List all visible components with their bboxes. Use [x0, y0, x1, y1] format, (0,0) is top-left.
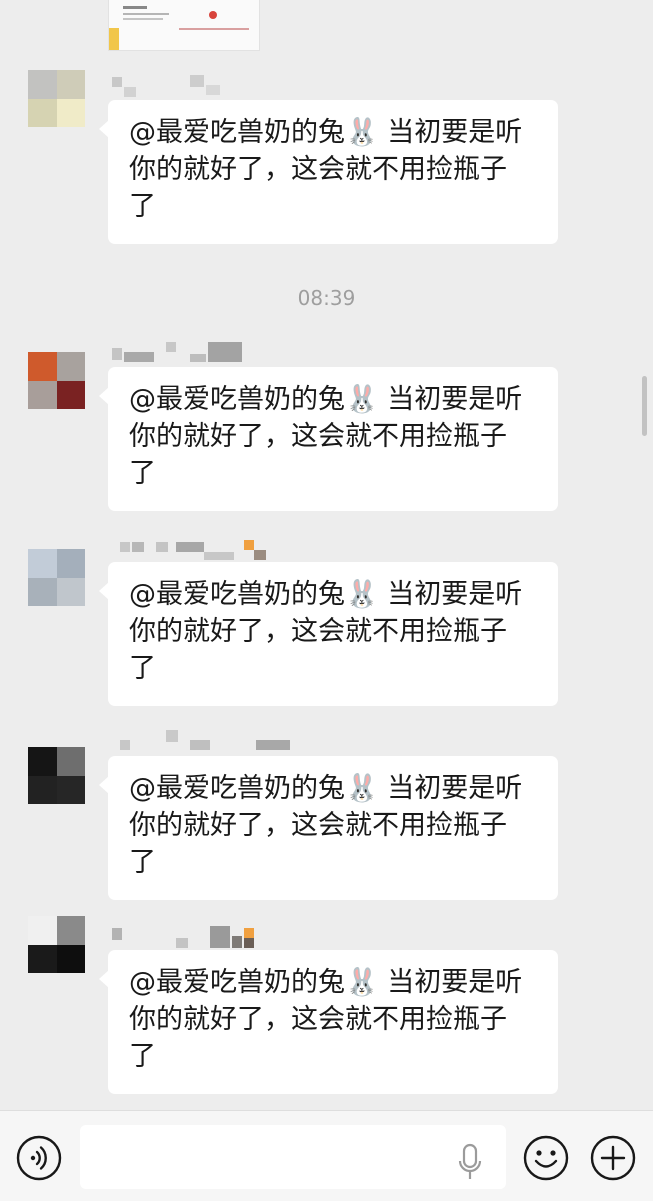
sender-name-redacted — [110, 730, 290, 752]
message-text-line: @最爱吃兽奶的兔🐰 当初要是听 — [129, 579, 523, 610]
sender-name-redacted — [110, 926, 290, 948]
message-text-line: 你的就好了，这会就不用捡瓶子 — [129, 421, 507, 452]
message-bubble[interactable]: @最爱吃兽奶的兔🐰 当初要是听 你的就好了，这会就不用捡瓶子 了 — [99, 562, 558, 706]
avatar[interactable] — [28, 352, 85, 409]
timestamp: 08:39 — [297, 286, 356, 310]
message-text-line: @最爱吃兽奶的兔🐰 当初要是听 — [129, 117, 523, 148]
avatar[interactable] — [28, 70, 85, 127]
voice-mode-icon[interactable] — [16, 1135, 62, 1181]
message-text-line: 你的就好了，这会就不用捡瓶子 — [129, 810, 507, 841]
sender-name-redacted — [110, 75, 290, 97]
message-text-line: 了 — [129, 191, 156, 222]
microphone-icon[interactable] — [458, 1143, 482, 1183]
message-text-line: 了 — [129, 1041, 156, 1072]
message-input[interactable] — [80, 1125, 506, 1189]
message-text-line: @最爱吃兽奶的兔🐰 当初要是听 — [129, 384, 523, 415]
message-text-line: 了 — [129, 847, 156, 878]
message-text-line: @最爱吃兽奶的兔🐰 当初要是听 — [129, 773, 523, 804]
avatar[interactable] — [28, 916, 85, 973]
message-text-line: 了 — [129, 653, 156, 684]
sender-name-redacted — [110, 538, 290, 560]
sender-name-redacted — [110, 342, 290, 364]
message-bubble[interactable]: @最爱吃兽奶的兔🐰 当初要是听 你的就好了，这会就不用捡瓶子 了 — [99, 950, 558, 1094]
avatar[interactable] — [28, 549, 85, 606]
message-text-line: 了 — [129, 458, 156, 489]
message-text-line: @最爱吃兽奶的兔🐰 当初要是听 — [129, 967, 523, 998]
message-bubble[interactable]: @最爱吃兽奶的兔🐰 当初要是听 你的就好了，这会就不用捡瓶子 了 — [99, 100, 558, 244]
message-text-line: 你的就好了，这会就不用捡瓶子 — [129, 154, 507, 185]
shared-image-message[interactable] — [108, 0, 260, 51]
chat-input-bar — [0, 1110, 653, 1201]
plus-icon[interactable] — [590, 1135, 636, 1181]
message-bubble[interactable]: @最爱吃兽奶的兔🐰 当初要是听 你的就好了，这会就不用捡瓶子 了 — [99, 367, 558, 511]
message-bubble[interactable]: @最爱吃兽奶的兔🐰 当初要是听 你的就好了，这会就不用捡瓶子 了 — [99, 756, 558, 900]
emoji-icon[interactable] — [523, 1135, 569, 1181]
message-text-line: 你的就好了，这会就不用捡瓶子 — [129, 616, 507, 647]
chat-area[interactable]: @最爱吃兽奶的兔🐰 当初要是听 你的就好了，这会就不用捡瓶子 了 08:39 @… — [0, 0, 653, 1110]
message-text-line: 你的就好了，这会就不用捡瓶子 — [129, 1004, 507, 1035]
scrollbar[interactable] — [642, 376, 647, 436]
avatar[interactable] — [28, 747, 85, 804]
